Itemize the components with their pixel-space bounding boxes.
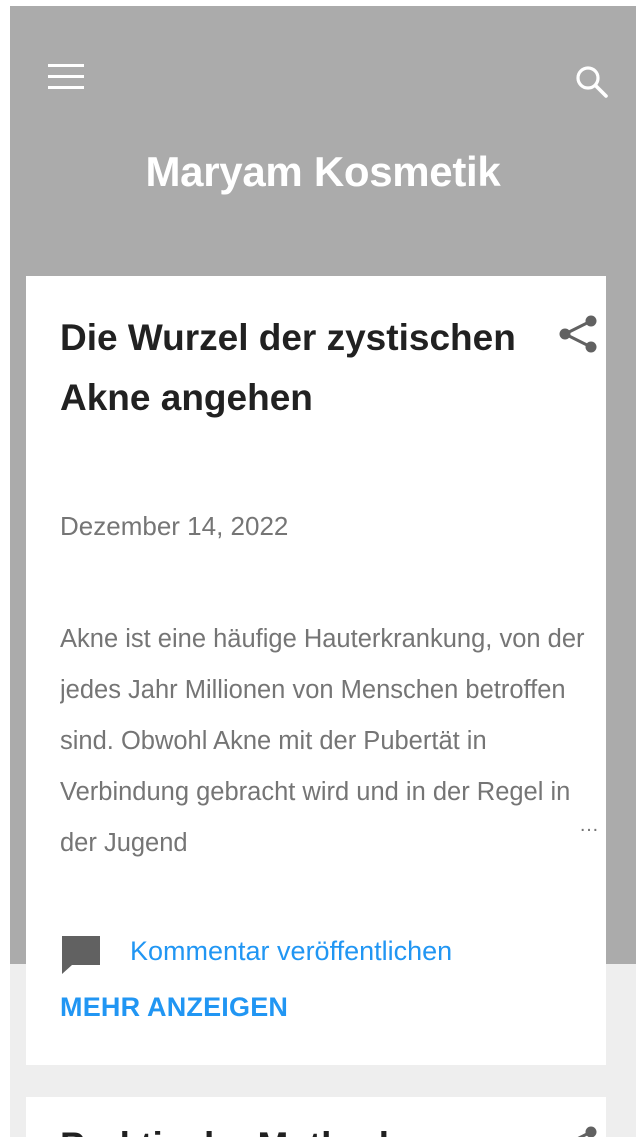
share-icon[interactable] xyxy=(556,312,600,356)
blog-title[interactable]: Maryam Kosmetik xyxy=(10,148,636,196)
page-frame: Maryam Kosmetik Die Wurzel der zystische… xyxy=(10,6,636,1137)
next-post-card: Praktische Methoden xyxy=(26,1097,606,1137)
next-post-title[interactable]: Praktische Methoden xyxy=(60,1125,432,1137)
comment-icon[interactable] xyxy=(60,933,104,977)
show-more-button[interactable]: MEHR ANZEIGEN xyxy=(60,992,288,1023)
post-card: Die Wurzel der zystischen Akne angehen D… xyxy=(26,276,606,1065)
post-comment-link[interactable]: Kommentar veröffentlichen xyxy=(130,936,452,967)
snippet-ellipsis: … xyxy=(579,814,599,836)
search-icon[interactable] xyxy=(574,64,610,100)
post-date: Dezember 14, 2022 xyxy=(60,511,289,541)
hamburger-menu-icon[interactable] xyxy=(48,64,84,90)
share-icon[interactable] xyxy=(556,1123,600,1137)
snippet-fade xyxy=(406,818,546,869)
post-title[interactable]: Die Wurzel der zystischen Akne angehen xyxy=(60,308,540,428)
